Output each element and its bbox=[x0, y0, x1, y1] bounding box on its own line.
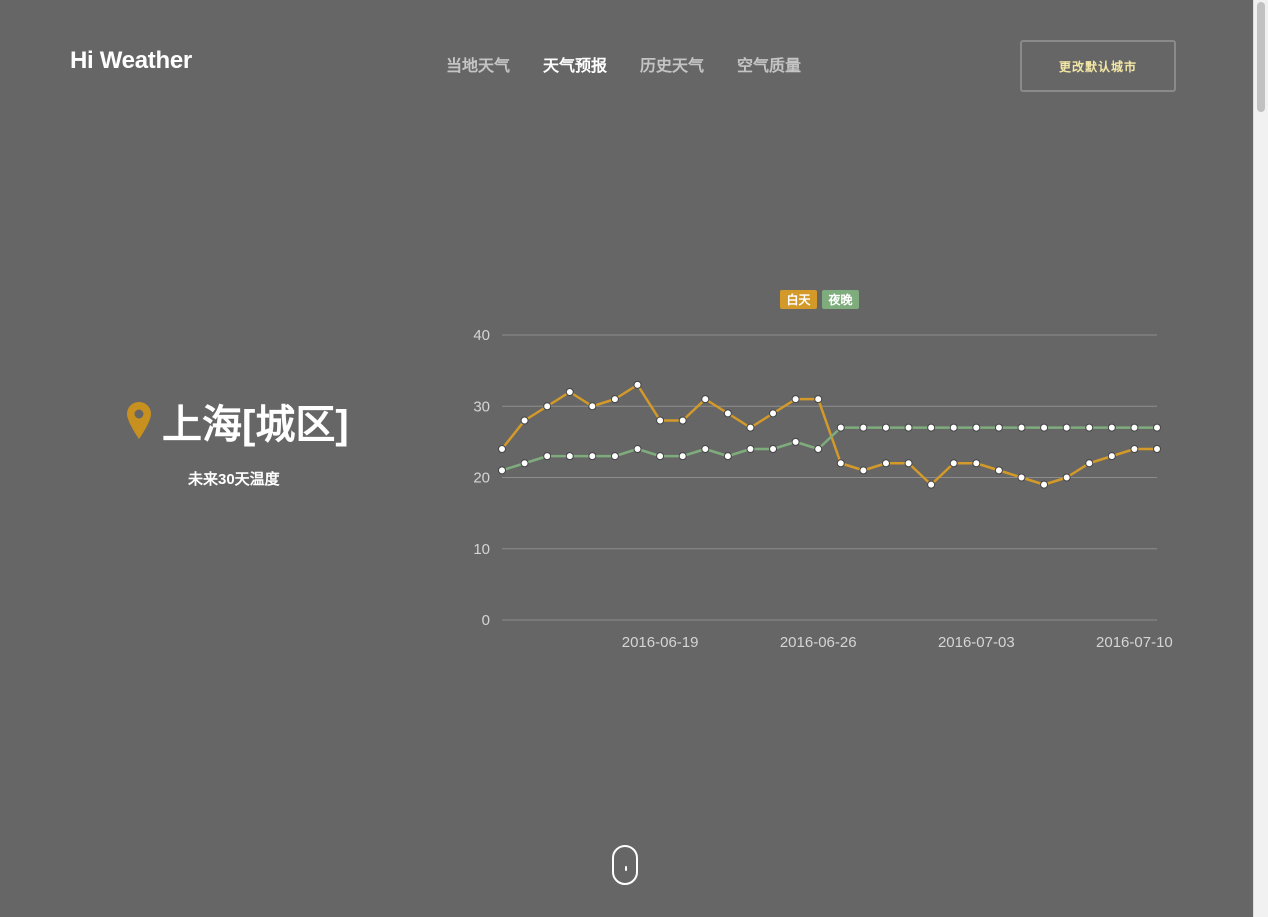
data-point bbox=[949, 459, 958, 468]
data-point bbox=[1040, 423, 1049, 432]
data-point bbox=[1085, 423, 1094, 432]
data-point bbox=[836, 423, 845, 432]
page-scrollbar[interactable] bbox=[1253, 0, 1268, 917]
legend-item: 白天 bbox=[780, 290, 817, 309]
data-point bbox=[1062, 473, 1071, 482]
data-point bbox=[723, 409, 732, 418]
y-tick-label: 40 bbox=[473, 327, 490, 344]
data-point bbox=[1107, 452, 1116, 461]
data-point bbox=[543, 452, 552, 461]
data-point bbox=[520, 416, 529, 425]
data-point bbox=[1153, 423, 1161, 432]
scrollbar-thumb[interactable] bbox=[1257, 2, 1265, 112]
data-point bbox=[791, 437, 800, 446]
data-point bbox=[610, 395, 619, 404]
data-point bbox=[881, 459, 890, 468]
data-point bbox=[746, 423, 755, 432]
x-tick-label: 2016-07-10 bbox=[1096, 634, 1173, 651]
y-tick-label: 30 bbox=[473, 398, 490, 415]
legend-item: 夜晚 bbox=[822, 290, 859, 309]
data-point bbox=[520, 459, 529, 468]
legend-label: 夜晚 bbox=[827, 292, 852, 307]
data-point bbox=[994, 466, 1003, 475]
data-point bbox=[1085, 459, 1094, 468]
data-point bbox=[633, 380, 642, 389]
data-point bbox=[656, 452, 665, 461]
y-tick-label: 20 bbox=[473, 470, 490, 487]
data-point bbox=[498, 445, 506, 453]
data-point bbox=[498, 466, 506, 475]
data-point bbox=[543, 402, 552, 411]
data-point bbox=[701, 395, 710, 404]
data-point bbox=[610, 452, 619, 461]
data-point bbox=[769, 409, 778, 418]
x-tick-label: 2016-07-03 bbox=[938, 634, 1015, 651]
data-point bbox=[927, 423, 936, 432]
data-point bbox=[678, 416, 687, 425]
temperature-chart: 0 10 20 30 40 2016-06-19 2016-06-26 2016-07-03 2… bbox=[473, 290, 1173, 651]
data-point bbox=[949, 423, 958, 432]
data-point bbox=[859, 423, 868, 432]
data-point bbox=[1062, 423, 1071, 432]
data-point bbox=[814, 395, 823, 404]
data-point bbox=[565, 452, 574, 461]
y-tick-label: 0 bbox=[482, 612, 490, 629]
data-point bbox=[1153, 445, 1161, 453]
data-point bbox=[1107, 423, 1116, 432]
data-point bbox=[904, 459, 913, 468]
data-point bbox=[859, 466, 868, 475]
data-point bbox=[881, 423, 890, 432]
scroll-dot bbox=[625, 866, 627, 871]
data-point bbox=[588, 402, 597, 411]
data-point bbox=[1017, 473, 1026, 482]
data-point bbox=[1130, 423, 1139, 432]
data-point bbox=[633, 445, 642, 453]
data-point bbox=[791, 395, 800, 404]
data-point bbox=[972, 423, 981, 432]
data-point bbox=[927, 480, 936, 489]
data-point bbox=[1130, 445, 1139, 453]
data-point bbox=[746, 445, 755, 453]
data-point bbox=[1017, 423, 1026, 432]
data-point bbox=[904, 423, 913, 432]
legend-label: 白天 bbox=[786, 292, 811, 307]
data-point bbox=[836, 459, 845, 468]
data-point bbox=[1040, 480, 1049, 489]
scroll-down-icon[interactable] bbox=[612, 845, 638, 885]
y-tick-label: 10 bbox=[473, 541, 490, 558]
data-point bbox=[678, 452, 687, 461]
data-point bbox=[994, 423, 1003, 432]
data-point bbox=[769, 445, 778, 453]
data-point bbox=[701, 445, 710, 453]
x-tick-label: 2016-06-26 bbox=[780, 634, 857, 651]
data-point bbox=[814, 445, 823, 453]
data-point bbox=[723, 452, 732, 461]
data-point bbox=[565, 388, 574, 396]
data-point bbox=[588, 452, 597, 461]
data-point bbox=[656, 416, 665, 425]
data-point bbox=[972, 459, 981, 468]
x-tick-label: 2016-06-19 bbox=[622, 634, 699, 651]
series-line bbox=[501, 383, 1157, 486]
